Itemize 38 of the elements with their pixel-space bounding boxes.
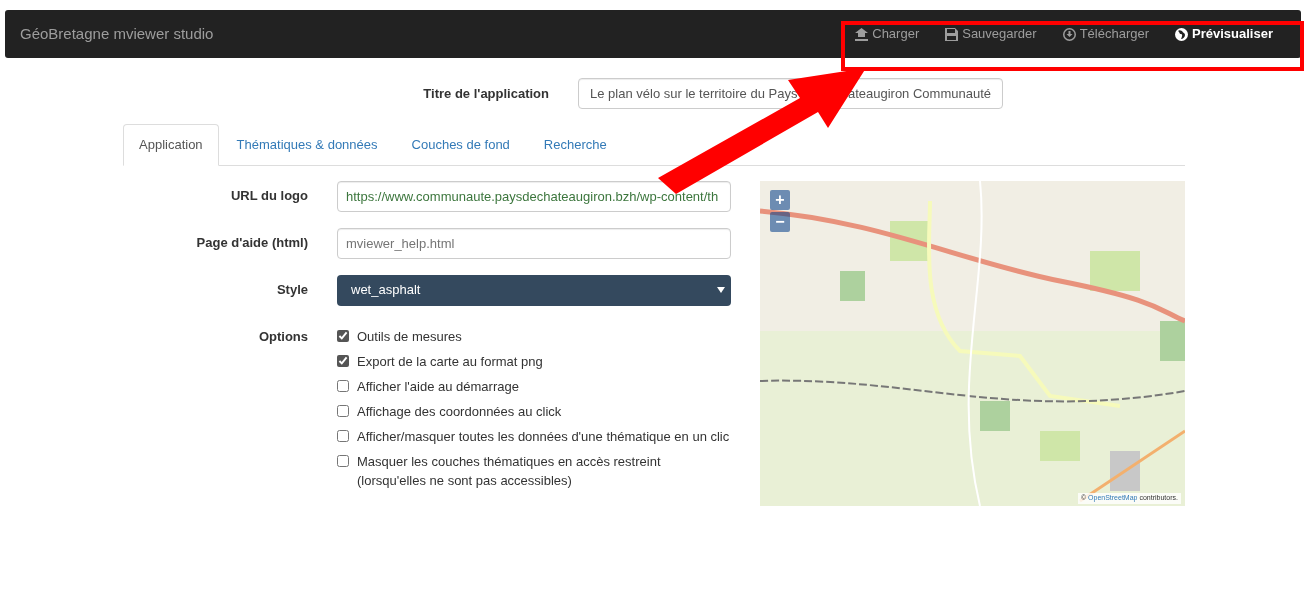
option-label: Affichage des coordonnées au click — [357, 402, 562, 421]
field-label: Page d'aide (html) — [195, 234, 308, 253]
field-value: ateaugiron Communauté — [847, 84, 991, 103]
caret-icon — [717, 287, 725, 293]
app-title: GéoBretagne mviewer studio — [20, 23, 214, 44]
option-label: Outils de mesures — [357, 327, 462, 346]
save-icon — [945, 27, 959, 41]
nav-link[interactable]: Charger — [842, 24, 933, 44]
option-label: Masquer les couches thématiques en accès restreint (lorsqu'elles ne sont pas accessibles) — [357, 452, 662, 490]
option-label: Afficher/masquer toutes les données d'une thématique en un clic — [357, 427, 730, 446]
tab[interactable]: Recherche — [527, 124, 623, 166]
tab[interactable]: Thématiques & données — [220, 124, 394, 166]
nav-link[interactable]: Télécharger — [1049, 24, 1163, 44]
checkbox[interactable] — [337, 379, 349, 392]
help-page-input[interactable]: mviewer_help.html — [337, 227, 731, 259]
nav-link[interactable]: Prévisualiser — [1162, 24, 1286, 44]
checkbox[interactable] — [337, 404, 349, 417]
field-label: Style — [275, 281, 308, 300]
option-label: Export de la carte au format png — [357, 352, 543, 371]
style-select[interactable]: wet_asphalt — [337, 274, 731, 306]
field-label: URL du logo — [229, 187, 308, 206]
globe-icon — [1175, 27, 1189, 41]
zoom-out-button[interactable]: − — [770, 211, 790, 232]
upload-icon — [855, 27, 869, 41]
checkbox[interactable] — [337, 354, 349, 367]
tab[interactable]: Couches de fond — [395, 124, 526, 166]
nav-link[interactable]: Sauvegarder — [932, 24, 1050, 44]
option-label: Afficher l'aide au démarrage — [357, 377, 519, 396]
tab[interactable]: Application — [123, 124, 219, 166]
checkbox[interactable] — [337, 429, 349, 442]
field-value: Le plan vélo sur le territoire du Pays — [590, 84, 798, 103]
logo-url-input[interactable]: https://www.communaute.paysdechateaugiron.bzh/wp-content/th — [337, 180, 731, 212]
checkbox[interactable] — [337, 454, 349, 467]
download-icon — [1062, 27, 1076, 41]
field-label: Titre de l'application — [422, 84, 549, 103]
field-label: Options — [258, 328, 308, 344]
checkbox[interactable] — [337, 329, 349, 342]
zoom-in-button[interactable]: + — [770, 189, 790, 210]
